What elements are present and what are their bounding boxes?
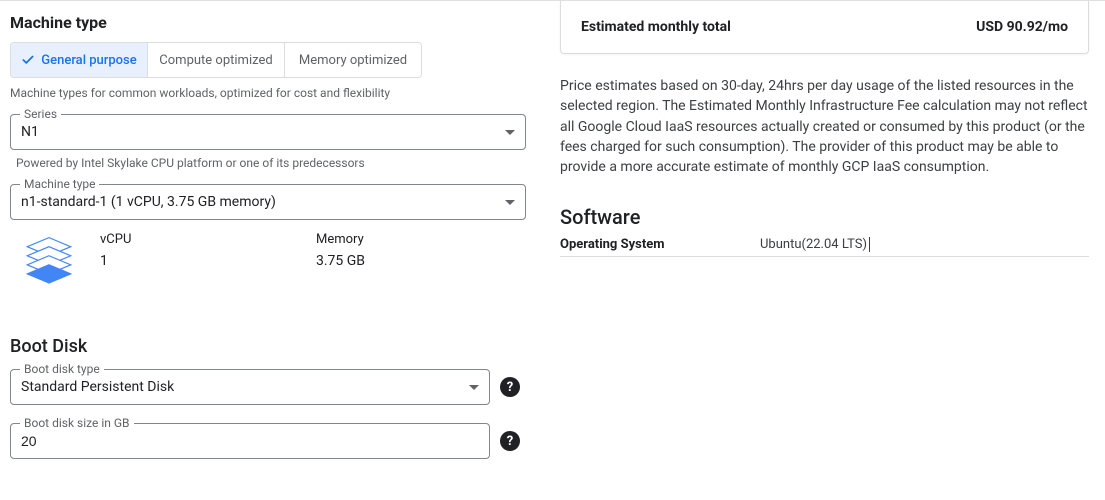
tab-label: Memory optimized	[299, 53, 407, 68]
check-icon	[21, 53, 35, 67]
tab-general-purpose[interactable]: General purpose	[11, 43, 148, 77]
chevron-down-icon	[469, 385, 479, 390]
tab-memory-optimized[interactable]: Memory optimized	[285, 43, 421, 77]
series-helper-text: Powered by Intel Skylake CPU platform or…	[16, 156, 532, 170]
tabs-helper-text: Machine types for common workloads, opti…	[10, 86, 532, 100]
series-value: N1	[21, 124, 39, 140]
help-icon[interactable]: ?	[500, 377, 520, 397]
estimated-total-card: Estimated monthly total USD 90.92/mo	[560, 1, 1089, 54]
vcpu-value: 1	[100, 253, 316, 269]
machine-type-label: Machine type	[20, 177, 99, 191]
estimated-total-label: Estimated monthly total	[581, 19, 731, 35]
series-label: Series	[20, 107, 61, 121]
software-row: Operating System Ubuntu(22.04 LTS)	[560, 237, 1089, 257]
memory-value: 3.75 GB	[316, 253, 532, 269]
machine-type-value: n1-standard-1 (1 vCPU, 3.75 GB memory)	[21, 194, 276, 210]
boot-disk-type-label: Boot disk type	[20, 362, 104, 376]
chevron-down-icon	[505, 130, 515, 135]
memory-label: Memory	[316, 232, 532, 247]
boot-disk-type-value: Standard Persistent Disk	[21, 379, 174, 395]
help-icon[interactable]: ?	[500, 431, 520, 451]
boot-disk-heading: Boot Disk	[10, 336, 532, 357]
software-heading: Software	[560, 205, 1089, 229]
price-disclaimer: Price estimates based on 30-day, 24hrs p…	[560, 76, 1089, 177]
machine-stack-icon	[20, 232, 100, 296]
tab-label: General purpose	[41, 53, 136, 68]
chevron-down-icon	[505, 200, 515, 205]
boot-disk-size-label: Boot disk size in GB	[20, 416, 134, 430]
os-label: Operating System	[560, 237, 760, 252]
machine-type-tabs: General purpose Compute optimized Memory…	[10, 42, 422, 78]
tab-compute-optimized[interactable]: Compute optimized	[148, 43, 285, 77]
vcpu-label: vCPU	[100, 232, 316, 247]
os-value: Ubuntu(22.04 LTS)	[760, 237, 870, 252]
estimated-total-value: USD 90.92/mo	[976, 19, 1068, 35]
series-select[interactable]: N1	[10, 114, 526, 150]
machine-type-heading: Machine type	[10, 13, 532, 32]
tab-label: Compute optimized	[159, 53, 272, 68]
